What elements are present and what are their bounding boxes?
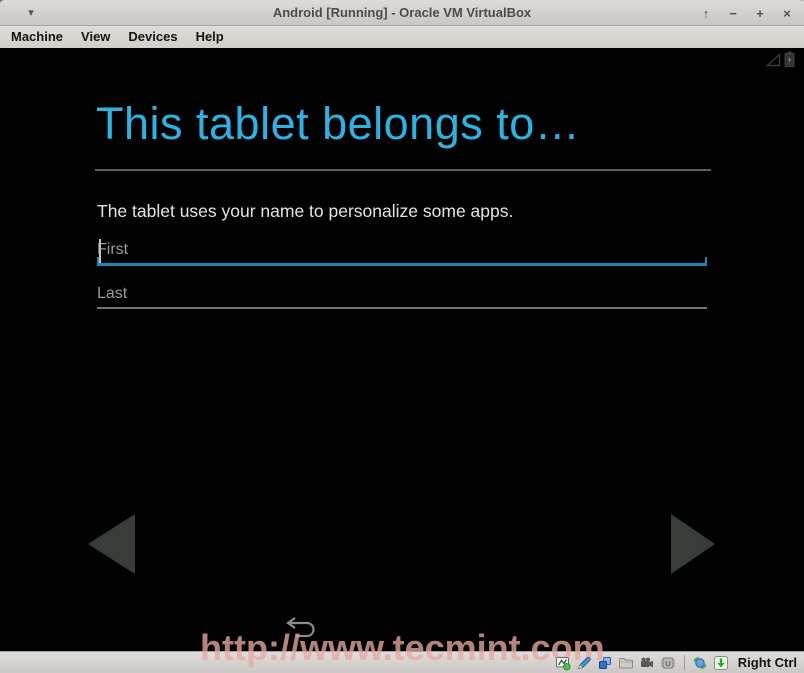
window-titlebar: ▾ Android [Running] - Oracle VM VirtualB… [0,0,804,26]
next-arrow-icon[interactable] [671,514,715,574]
page-title: This tablet belongs to… [96,98,580,150]
svg-text:U: U [666,658,671,667]
host-key-label: Right Ctrl [738,655,797,670]
last-field-underline [97,307,707,309]
battery-charging-icon [784,51,795,72]
close-button[interactable]: × [780,6,794,21]
statusbar-separator [684,655,685,670]
menu-devices[interactable]: Devices [119,26,186,48]
video-capture-icon[interactable] [639,654,656,671]
last-name-input[interactable] [97,281,705,307]
mouse-integration-icon[interactable] [692,654,709,671]
shared-folders-icon[interactable] [618,654,635,671]
menu-machine[interactable]: Machine [2,26,72,48]
page-subtitle: The tablet uses your name to personalize… [97,201,513,222]
title-divider [95,169,711,171]
first-field-underline [97,263,707,266]
menubar: Machine View Devices Help [0,26,804,48]
minimize-button[interactable]: − [726,6,740,21]
back-arrow-icon[interactable] [281,613,319,641]
pencil-icon[interactable] [576,654,593,671]
menu-view[interactable]: View [72,26,119,48]
hard-disk-icon[interactable] [555,654,572,671]
usb-chip-icon[interactable]: U [660,654,677,671]
maximize-button[interactable]: + [753,6,767,21]
android-screen: This tablet belongs to… The tablet uses … [0,48,804,651]
shade-button[interactable]: ↑ [699,6,713,21]
window-controls: ↑ − + × [699,0,794,26]
window-title: Android [Running] - Oracle VM VirtualBox [0,0,804,26]
prev-arrow-icon[interactable] [88,514,135,574]
android-status-area [766,51,795,72]
first-name-input[interactable] [97,237,705,263]
text-cursor [99,239,101,263]
keyboard-capture-icon[interactable] [713,654,730,671]
network-adapters-icon[interactable] [597,654,614,671]
statusbar: U Right Ctrl [0,651,804,673]
signal-triangle-icon [766,53,781,72]
menu-help[interactable]: Help [187,26,233,48]
virtualbox-window: ▾ Android [Running] - Oracle VM VirtualB… [0,0,804,673]
